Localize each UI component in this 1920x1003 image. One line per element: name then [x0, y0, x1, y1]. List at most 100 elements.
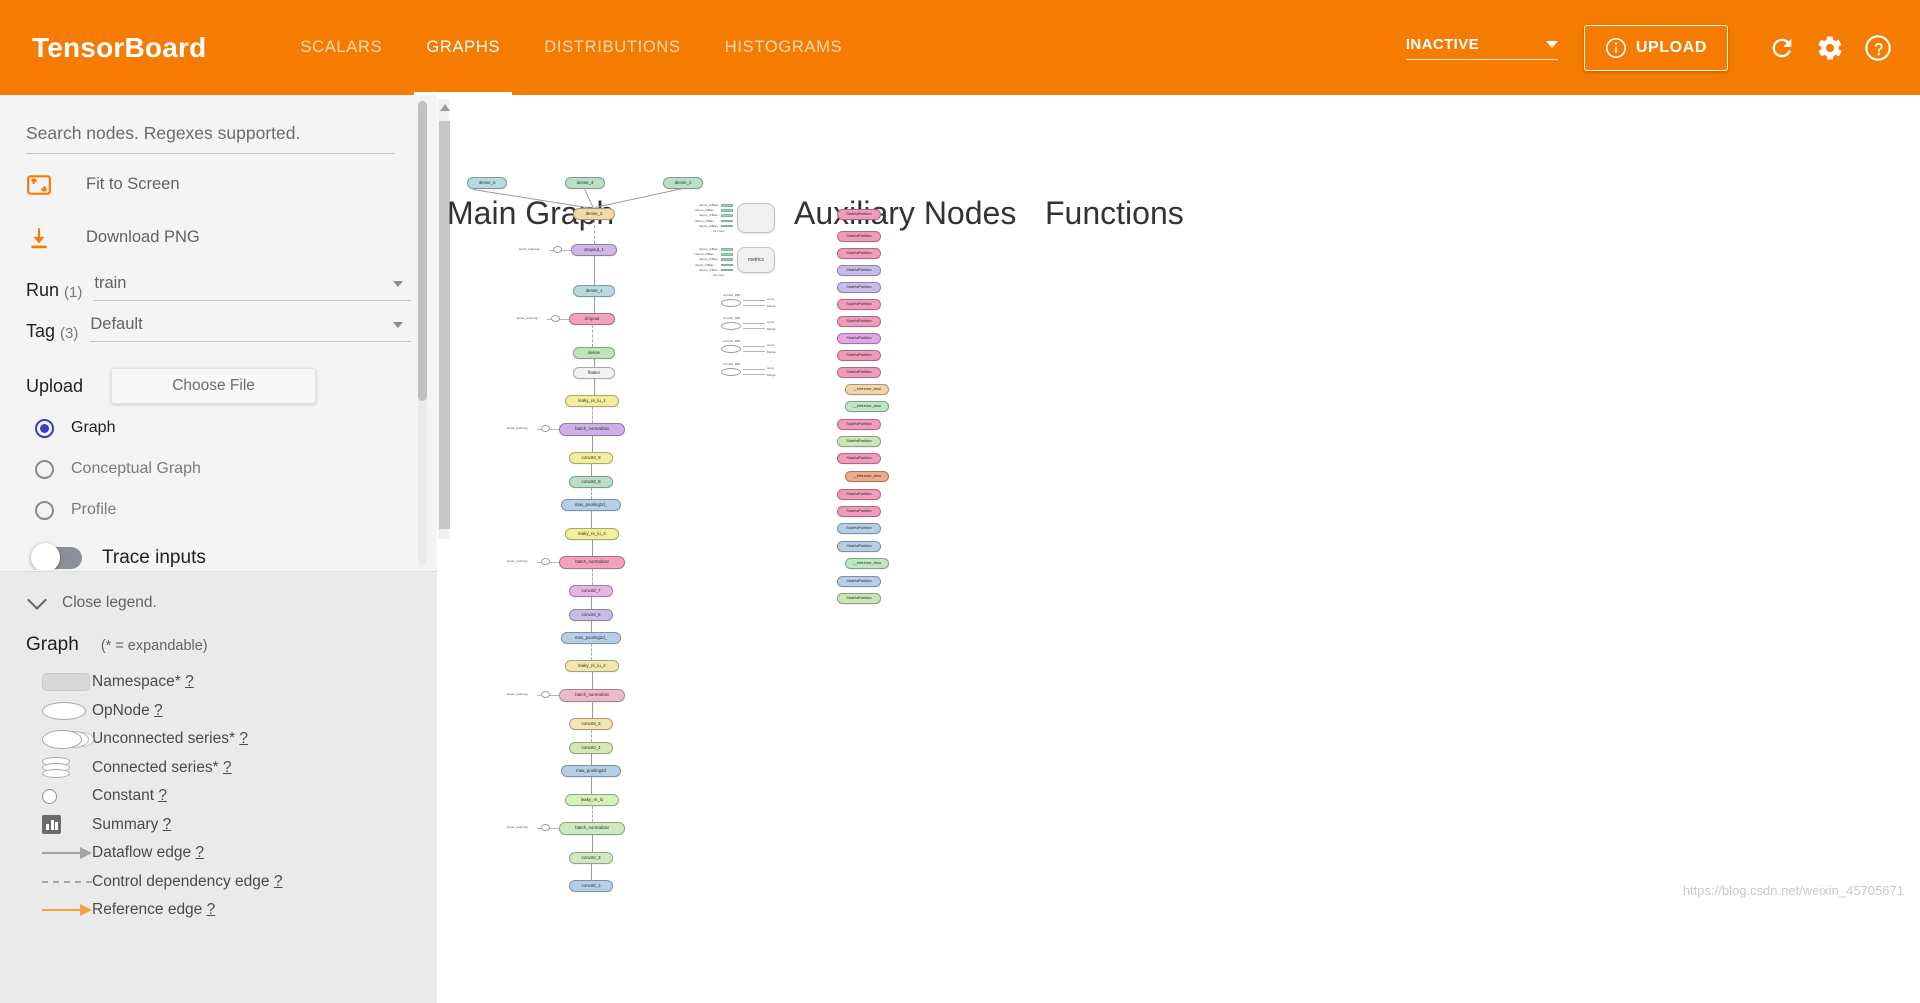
run-status-select[interactable]: INACTIVE	[1405, 36, 1558, 60]
help-link[interactable]: ?	[195, 844, 204, 861]
graph-node[interactable]: batch_normalizat	[559, 423, 625, 436]
tab-graphs[interactable]: GRAPHS	[404, 0, 522, 95]
graph-node[interactable]: conv2d_6	[569, 609, 613, 621]
function-node[interactable]: StatefulPartition	[837, 209, 881, 220]
graph-node[interactable]: leaky_re_lu_2	[565, 660, 619, 672]
fit-to-screen-button[interactable]: Fit to Screen	[26, 162, 411, 207]
graph-node[interactable]: max_pooling2d_	[561, 499, 621, 511]
aux-input-bar[interactable]	[721, 204, 733, 207]
function-node[interactable]: StatefulPartition	[837, 316, 881, 327]
constant-node[interactable]	[541, 425, 550, 432]
download-png-button[interactable]: Download PNG	[26, 215, 411, 260]
aux-input-bar[interactable]	[721, 219, 733, 223]
constant-node[interactable]	[541, 691, 550, 698]
radio-graph[interactable]: Graph	[26, 411, 411, 445]
help-link[interactable]: ?	[239, 730, 248, 747]
graph-node[interactable]: dense_3	[663, 177, 703, 189]
aux-input-bar[interactable]	[721, 268, 733, 272]
graph-node[interactable]: max_pooling2d_	[561, 632, 621, 644]
refresh-icon[interactable]	[1766, 32, 1798, 64]
help-link[interactable]: ?	[158, 787, 167, 804]
function-node[interactable]: StatefulPartition	[837, 541, 881, 552]
help-link[interactable]: ?	[154, 702, 163, 719]
function-node[interactable]: StatefulPartition	[837, 436, 881, 447]
namespace-node[interactable]: metrics	[737, 247, 775, 273]
graph-canvas[interactable]: Main Graph Auxiliary Nodes Functions den…	[437, 95, 1920, 908]
aux-input-bar[interactable]	[721, 209, 733, 212]
constant-node[interactable]	[553, 246, 562, 253]
function-node[interactable]: StatefulPartition	[837, 248, 881, 259]
opnode-ellipse[interactable]	[721, 322, 741, 330]
aux-input-bar[interactable]	[721, 248, 733, 251]
function-node[interactable]: StatefulPartition	[837, 576, 881, 587]
graph-node[interactable]: dense	[573, 347, 615, 359]
graph-node[interactable]: conv2d_4	[569, 742, 613, 754]
graph-node[interactable]: batch_normalizat	[559, 556, 625, 569]
namespace-node[interactable]	[737, 203, 775, 233]
graph-node[interactable]: dense_4	[565, 177, 605, 189]
graph-node[interactable]: conv2d_7	[569, 585, 613, 597]
function-node[interactable]: __inference_deco	[845, 384, 889, 395]
help-icon[interactable]	[1862, 32, 1894, 64]
function-node[interactable]: __inference_deco	[845, 558, 889, 569]
graph-node[interactable]: conv2d_2	[569, 880, 613, 892]
function-node[interactable]: StatefulPartition	[837, 593, 881, 604]
function-node[interactable]: StatefulPartition	[837, 523, 881, 534]
constant-node[interactable]	[551, 315, 560, 322]
function-node[interactable]: StatefulPartition	[837, 489, 881, 500]
function-node[interactable]: StatefulPartition	[837, 282, 881, 293]
function-node[interactable]: StatefulPartition	[837, 350, 881, 361]
function-node[interactable]: StatefulPartition	[837, 367, 881, 378]
graph-node[interactable]: dropout	[569, 313, 615, 325]
graph-node[interactable]: dense_1	[573, 285, 615, 297]
help-link[interactable]: ?	[185, 673, 194, 690]
graph-node[interactable]: conv2d_3	[569, 852, 613, 864]
trace-inputs-toggle[interactable]: Trace inputs	[26, 543, 411, 570]
constant-node[interactable]	[541, 558, 550, 565]
function-node[interactable]: StatefulPartition	[837, 453, 881, 464]
help-link[interactable]: ?	[207, 901, 216, 918]
constant-node[interactable]	[541, 824, 550, 831]
run-dropdown[interactable]: train	[94, 274, 411, 301]
function-node[interactable]: StatefulPartition	[837, 231, 881, 242]
scroll-up-arrow-icon[interactable]	[440, 104, 450, 111]
graph-node[interactable]: flatten	[573, 367, 615, 379]
aux-input-bar[interactable]	[721, 253, 733, 256]
choose-file-button[interactable]: Choose File	[111, 368, 317, 404]
aux-input-bar[interactable]	[721, 224, 733, 228]
function-node[interactable]: __inference_deco	[845, 471, 889, 482]
function-node[interactable]: StatefulPartition	[837, 506, 881, 517]
function-node[interactable]: StatefulPartition	[837, 333, 881, 344]
graph-node[interactable]: dense_5	[467, 177, 507, 189]
function-node[interactable]: StatefulPartition	[837, 265, 881, 276]
tag-dropdown[interactable]: Default	[90, 315, 411, 342]
sidebar-scrollbar-thumb[interactable]	[418, 101, 427, 401]
canvas-scrollbar-thumb[interactable]	[439, 121, 450, 529]
help-link[interactable]: ?	[223, 759, 232, 776]
radio-conceptual-graph[interactable]: Conceptual Graph	[26, 452, 411, 486]
function-node[interactable]: StatefulPartition	[837, 299, 881, 310]
opnode-ellipse[interactable]	[721, 299, 741, 307]
aux-input-bar[interactable]	[721, 263, 733, 267]
close-legend-button[interactable]: Close legend.	[26, 590, 437, 612]
opnode-ellipse[interactable]	[721, 345, 741, 353]
help-link[interactable]: ?	[163, 816, 172, 833]
sidebar-scrollbar[interactable]	[418, 101, 427, 564]
help-link[interactable]: ?	[274, 873, 283, 890]
graph-node[interactable]: max_pooling2d	[561, 765, 621, 777]
radio-profile[interactable]: Profile	[26, 493, 411, 527]
function-node[interactable]: StatefulPartition	[837, 419, 881, 430]
tab-histograms[interactable]: HISTOGRAMS	[703, 0, 865, 95]
graph-node[interactable]: batch_normalizat	[559, 822, 625, 835]
graph-node[interactable]: conv2d_5	[569, 718, 613, 730]
tab-scalars[interactable]: SCALARS	[278, 0, 404, 95]
aux-input-bar[interactable]	[721, 258, 733, 261]
tab-distributions[interactable]: DISTRIBUTIONS	[522, 0, 703, 95]
graph-node[interactable]: leaky_re_lu_1	[565, 395, 619, 407]
graph-node[interactable]: batch_normalizat	[559, 689, 625, 702]
graph-node[interactable]: dropout_1	[571, 244, 617, 256]
graph-node[interactable]: conv2d_9	[569, 452, 613, 464]
graph-node[interactable]: leaky_re_lu_3	[565, 528, 619, 540]
canvas-scrollbar[interactable]	[438, 99, 450, 539]
search-input[interactable]	[26, 117, 394, 154]
